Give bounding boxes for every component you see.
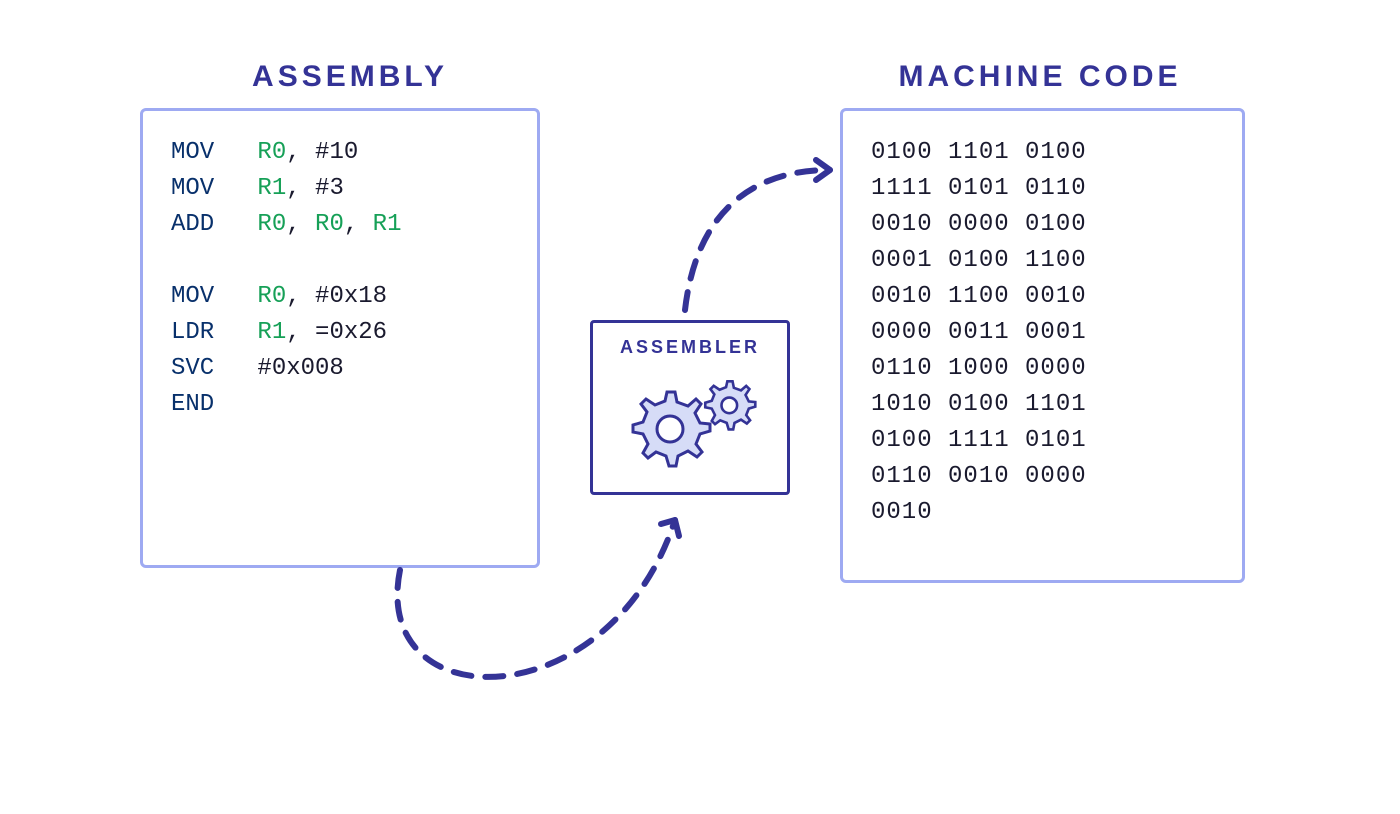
diagram-stage: ASSEMBLY MACHINE CODE MOV R0, #10 MOV R1… [140, 60, 1260, 760]
machine-code-box: 0100 1101 0100 1111 0101 0110 0010 0000 … [840, 108, 1245, 583]
assembly-code: MOV R0, #10 MOV R1, #3 ADD R0, R0, R1 MO… [143, 111, 537, 447]
assembler-label: ASSEMBLER [593, 323, 787, 358]
assembly-title: ASSEMBLY [220, 60, 480, 94]
gears-icon [593, 358, 787, 478]
machine-code-text: 0100 1101 0100 1111 0101 0110 0010 0000 … [843, 111, 1242, 555]
assembly-box: MOV R0, #10 MOV R1, #3 ADD R0, R0, R1 MO… [140, 108, 540, 568]
machine-code-title: MACHINE CODE [860, 60, 1220, 94]
assembler-box: ASSEMBLER [590, 320, 790, 495]
arrow-assembler-to-machine [685, 170, 830, 310]
